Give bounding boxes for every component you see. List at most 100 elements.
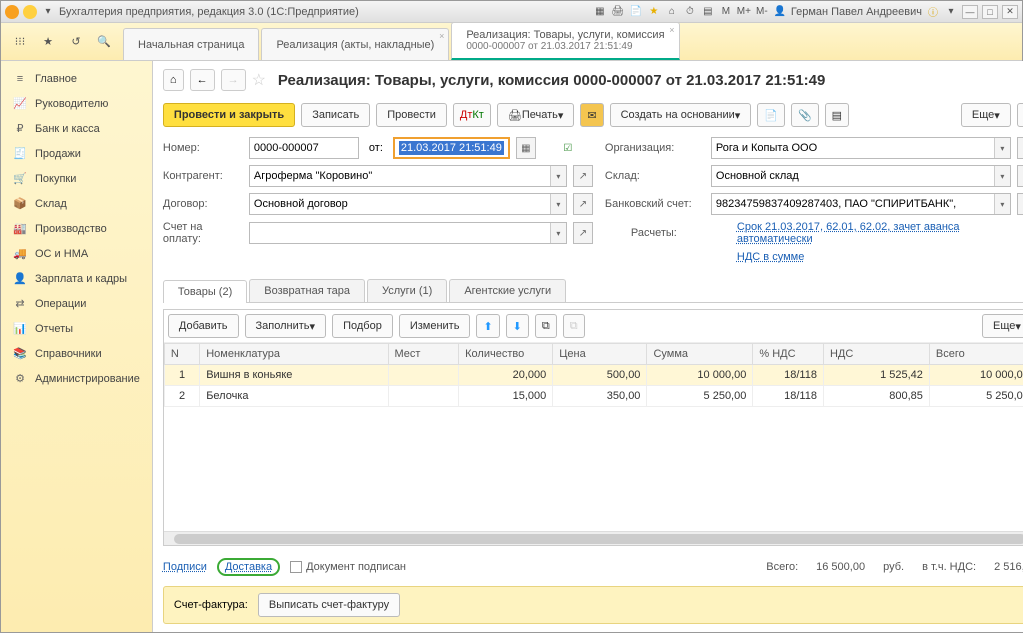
nds-link[interactable]: НДС в сумме bbox=[737, 251, 1023, 263]
table-row[interactable]: 2 Белочка 15,000 350,00 5 250,00 18/118 … bbox=[164, 386, 1023, 407]
open-button[interactable]: ↗ bbox=[1017, 193, 1023, 215]
tb-clock-icon[interactable]: ⏱ bbox=[683, 5, 697, 19]
favorite-icon[interactable]: ☆ bbox=[252, 70, 266, 90]
sidebar-item-hr[interactable]: 👤Зарплата и кадры bbox=[1, 266, 152, 291]
help-button[interactable]: ? bbox=[1017, 103, 1023, 127]
move-up-button[interactable]: ⬆ bbox=[476, 314, 499, 338]
tb-home-icon[interactable]: ⌂ bbox=[665, 5, 679, 19]
sidebar-item-sales[interactable]: 🧾Продажи bbox=[1, 141, 152, 166]
subtab-goods[interactable]: Товары (2) bbox=[163, 280, 247, 303]
struct-button[interactable]: ▤ bbox=[825, 103, 849, 127]
tb-grid-icon[interactable]: ▦ bbox=[593, 5, 607, 19]
sidebar-item-operations[interactable]: ⇄Операции bbox=[1, 291, 152, 316]
post-button[interactable]: Провести bbox=[376, 103, 447, 127]
edo-button[interactable]: 📄 bbox=[757, 103, 785, 127]
sidebar-item-bank[interactable]: ₽Банк и касса bbox=[1, 116, 152, 141]
apps-icon[interactable]: ⁝⁝⁝ bbox=[11, 33, 29, 51]
open-button[interactable]: ↗ bbox=[573, 165, 593, 187]
tb-doc-icon[interactable]: 📄 bbox=[629, 5, 643, 19]
close-icon[interactable]: × bbox=[439, 31, 444, 41]
sidebar-item-main[interactable]: ≡Главное bbox=[1, 67, 152, 91]
tb-m[interactable]: M bbox=[719, 5, 733, 19]
chevron-down-icon[interactable]: ▾ bbox=[550, 194, 566, 214]
tb-calc-icon[interactable]: ▤ bbox=[701, 5, 715, 19]
save-button[interactable]: Записать bbox=[301, 103, 370, 127]
bank-input[interactable]: 98234759837409287403, ПАО "СПИРИТБАНК",▾ bbox=[711, 193, 1011, 215]
subtab-returnable[interactable]: Возвратная тара bbox=[249, 279, 365, 302]
tab-start[interactable]: Начальная страница bbox=[123, 28, 259, 60]
more-button[interactable]: Еще ▾ bbox=[961, 103, 1011, 127]
sidebar-item-reports[interactable]: 📊Отчеты bbox=[1, 316, 152, 341]
dt-kt-button[interactable]: ДтКт bbox=[453, 103, 491, 127]
chevron-down-icon[interactable]: ▾ bbox=[994, 138, 1010, 158]
back-button[interactable]: ← bbox=[190, 69, 215, 91]
search-icon[interactable]: 🔍 bbox=[95, 33, 113, 51]
sidebar-item-purchases[interactable]: 🛒Покупки bbox=[1, 166, 152, 191]
signatures-link[interactable]: Подписи bbox=[163, 561, 207, 573]
chevron-down-icon[interactable]: ▾ bbox=[994, 194, 1010, 214]
num-input[interactable]: 0000-000007 bbox=[249, 137, 359, 159]
star-icon[interactable]: ★ bbox=[39, 33, 57, 51]
status-icon[interactable]: ☑ bbox=[558, 137, 578, 159]
dog-input[interactable]: Основной договор▾ bbox=[249, 193, 567, 215]
subtab-agent[interactable]: Агентские услуги bbox=[449, 279, 566, 302]
sidebar-item-production[interactable]: 🏭Производство bbox=[1, 216, 152, 241]
date-input[interactable]: 21.03.2017 21:51:49 bbox=[393, 137, 510, 159]
chevron-down-icon[interactable]: ▾ bbox=[994, 166, 1010, 186]
tb-user-icon[interactable]: 👤 bbox=[773, 5, 787, 19]
max-button[interactable]: □ bbox=[982, 5, 998, 19]
home-button[interactable]: ⌂ bbox=[163, 69, 184, 91]
select-button[interactable]: Подбор bbox=[332, 314, 393, 338]
move-down-button[interactable]: ⬇ bbox=[506, 314, 529, 338]
contr-input[interactable]: Агроферма "Коровино"▾ bbox=[249, 165, 567, 187]
open-button[interactable]: ↗ bbox=[573, 193, 593, 215]
sidebar-item-assets[interactable]: 🚚ОС и НМА bbox=[1, 241, 152, 266]
subtab-services[interactable]: Услуги (1) bbox=[367, 279, 447, 302]
calendar-icon[interactable]: ▦ bbox=[516, 137, 536, 159]
post-close-button[interactable]: Провести и закрыть bbox=[163, 103, 295, 127]
tb-star-icon[interactable]: ★ bbox=[647, 5, 661, 19]
history-icon[interactable]: ↺ bbox=[67, 33, 85, 51]
close-button[interactable]: ✕ bbox=[1002, 5, 1018, 19]
tab-realizations[interactable]: Реализация (акты, накладные)× bbox=[261, 28, 449, 60]
signed-checkbox[interactable]: Документ подписан bbox=[290, 561, 406, 573]
open-button[interactable]: ↗ bbox=[573, 222, 593, 244]
dropdown-icon[interactable]: ▾ bbox=[41, 5, 55, 19]
sidebar-item-catalogs[interactable]: 📚Справочники bbox=[1, 341, 152, 366]
tb-m-plus[interactable]: M+ bbox=[737, 5, 751, 19]
org-input[interactable]: Рога и Копыта ООО▾ bbox=[711, 137, 1011, 159]
calc-link[interactable]: Срок 21.03.2017, 62.01, 62.02, зачет ава… bbox=[737, 221, 1023, 245]
tb-info-dd[interactable]: ▾ bbox=[944, 5, 958, 19]
sidebar-item-warehouse[interactable]: 📦Склад bbox=[1, 191, 152, 216]
chevron-down-icon[interactable]: ▾ bbox=[550, 223, 566, 243]
tb-info-icon[interactable]: ⓘ bbox=[926, 5, 940, 19]
create-based-button[interactable]: Создать на основании ▾ bbox=[610, 103, 752, 127]
edit-button[interactable]: Изменить bbox=[399, 314, 471, 338]
sidebar-item-admin[interactable]: ⚙Администрирование bbox=[1, 366, 152, 391]
grid-more-button[interactable]: Еще ▾ bbox=[982, 314, 1023, 338]
table-row[interactable]: 1 Вишня в коньяке 20,000 500,00 10 000,0… bbox=[164, 365, 1023, 386]
open-button[interactable]: ↗ bbox=[1017, 137, 1023, 159]
forward-button[interactable]: → bbox=[221, 69, 246, 91]
attach-button[interactable]: 📎 bbox=[791, 103, 819, 127]
mail-button[interactable]: ✉ bbox=[580, 103, 603, 127]
tab-current-doc[interactable]: Реализация: Товары, услуги, комиссия 000… bbox=[451, 22, 679, 60]
tb-username[interactable]: Герман Павел Андреевич bbox=[791, 6, 922, 18]
chevron-down-icon[interactable]: ▾ bbox=[550, 166, 566, 186]
open-button[interactable]: ↗ bbox=[1017, 165, 1023, 187]
tb-m-minus[interactable]: M- bbox=[755, 5, 769, 19]
write-sf-button[interactable]: Выписать счет-фактуру bbox=[258, 593, 400, 617]
delivery-link[interactable]: Доставка bbox=[217, 558, 280, 576]
copy-button[interactable]: ⧉ bbox=[535, 314, 557, 338]
pay-input[interactable]: ▾ bbox=[249, 222, 567, 244]
add-button[interactable]: Добавить bbox=[168, 314, 239, 338]
sidebar-item-manager[interactable]: 📈Руководителю bbox=[1, 91, 152, 116]
tb-print-icon[interactable]: 🖨 bbox=[611, 5, 625, 19]
close-icon[interactable]: × bbox=[669, 25, 674, 35]
wh-input[interactable]: Основной склад▾ bbox=[711, 165, 1011, 187]
fill-button[interactable]: Заполнить ▾ bbox=[245, 314, 327, 338]
print-button[interactable]: 🖨 Печать ▾ bbox=[497, 103, 575, 127]
min-button[interactable]: — bbox=[962, 5, 978, 19]
h-scrollbar[interactable] bbox=[164, 531, 1023, 545]
paste-button[interactable]: ⧉ bbox=[563, 314, 585, 338]
